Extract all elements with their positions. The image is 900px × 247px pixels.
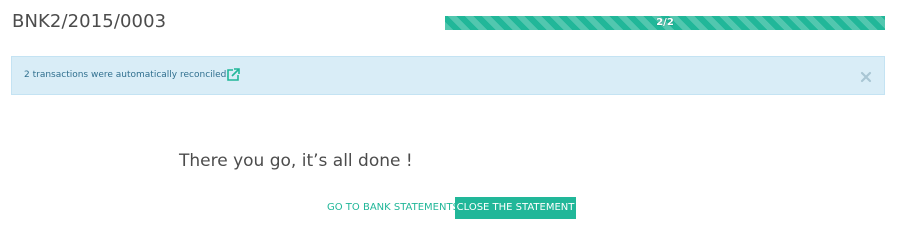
alert-message: 2 transactions were automatically reconc… bbox=[24, 70, 230, 80]
header: BNK2/2015/0003 2/2 bbox=[0, 0, 900, 44]
reconcile-alert: 2 transactions were automatically reconc… bbox=[11, 56, 885, 95]
page-title: BNK2/2015/0003 bbox=[12, 11, 167, 32]
progress-text: 2/2 bbox=[656, 17, 674, 28]
progress-bar: 2/2 bbox=[445, 16, 885, 30]
close-icon[interactable] bbox=[860, 68, 872, 83]
done-message: There you go, it’s all done ! bbox=[179, 151, 413, 171]
close-statement-button[interactable]: CLOSE THE STATEMENT bbox=[455, 197, 576, 219]
external-link-icon[interactable] bbox=[226, 67, 240, 81]
go-to-bank-statements-button[interactable]: GO TO BANK STATEMENTS bbox=[321, 197, 465, 219]
